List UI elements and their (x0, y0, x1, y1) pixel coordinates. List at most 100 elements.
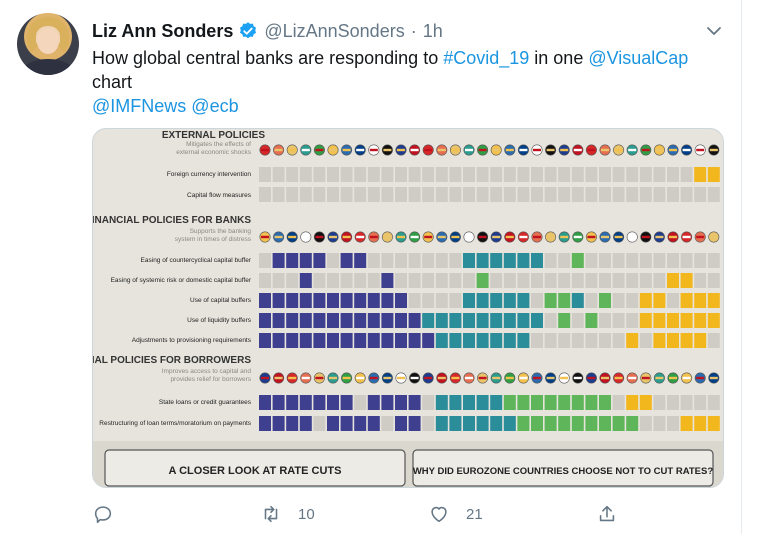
policy-cell (327, 167, 339, 182)
policy-cell (313, 187, 326, 202)
policy-cell (503, 333, 516, 348)
author-name[interactable]: Liz Ann Sonders (92, 21, 233, 42)
policy-cell (408, 293, 421, 308)
policy-cell (612, 167, 625, 182)
policy-cell (599, 293, 611, 308)
policy-cell (422, 187, 435, 202)
policy-cell (680, 253, 693, 268)
policy-cell (667, 333, 679, 348)
policy-cell (503, 293, 516, 308)
policy-cell (354, 253, 367, 268)
policy-cell (694, 333, 707, 348)
flag-band (437, 148, 446, 152)
section1-subtitle-2: external economic shocks (176, 149, 252, 156)
hashtag-link[interactable]: #Covid_19 (443, 48, 529, 68)
policy-cell (558, 333, 571, 348)
policy-cell (707, 253, 720, 268)
policy-cell (531, 416, 543, 431)
row-label-capital-buffers: Use of capital buffers (190, 297, 252, 304)
policy-cell (449, 333, 462, 348)
policy-cell (408, 167, 421, 182)
policy-cell (585, 253, 598, 268)
policy-cell (340, 416, 353, 431)
flag-band (301, 376, 310, 380)
policy-cell (395, 395, 407, 410)
tweet-media-infographic[interactable]: EXTERNAL POLICIES Mitigates the effects … (92, 128, 724, 488)
flag-band (709, 376, 718, 380)
policy-cell (558, 416, 571, 431)
policy-cell (272, 333, 285, 348)
mention-ecb-link[interactable]: @ecb (191, 96, 238, 116)
policy-cell (667, 313, 679, 328)
flag-band (492, 376, 501, 380)
policy-cell (381, 416, 394, 431)
flag-band (533, 148, 541, 152)
policy-cell (313, 167, 326, 182)
policy-cell (571, 293, 584, 308)
policy-cell (395, 187, 407, 202)
policy-cell (449, 187, 462, 202)
policy-cell (653, 416, 666, 431)
flag-band (397, 376, 405, 380)
policy-cell (626, 187, 639, 202)
flag-band (587, 235, 596, 239)
reply-button[interactable] (92, 502, 114, 526)
policy-cell (694, 416, 707, 431)
policy-cell (367, 293, 380, 308)
author-handle[interactable]: @LizAnnSonders (264, 21, 404, 42)
share-button[interactable] (596, 502, 618, 526)
policy-cell (354, 273, 367, 288)
policy-cell (517, 187, 530, 202)
policy-cell (367, 416, 380, 431)
policy-cell (463, 333, 475, 348)
policy-cell (531, 273, 543, 288)
policy-cell (667, 395, 679, 410)
mention-visualcap-link[interactable]: @VisualCap (588, 48, 688, 68)
policy-cell (381, 313, 394, 328)
policy-cell (571, 187, 584, 202)
policy-cell (571, 167, 584, 182)
policy-cell (626, 395, 639, 410)
policy-cell (367, 273, 380, 288)
policy-cell (381, 273, 394, 288)
flag-band (492, 148, 501, 152)
policy-cell (626, 167, 639, 182)
policy-cell (313, 273, 326, 288)
tweet-timestamp[interactable]: 1h (423, 21, 443, 42)
policy-cell (667, 253, 679, 268)
policy-cell (422, 313, 435, 328)
policy-cell (408, 313, 421, 328)
row-label-provisioning: Adjustments to provisioning requirements (132, 337, 252, 344)
like-button[interactable]: 21 (428, 502, 483, 526)
policy-cell (639, 253, 652, 268)
retweet-button[interactable]: 10 (260, 502, 315, 526)
policy-cell (612, 395, 625, 410)
flag-band (478, 235, 487, 239)
policy-cell (272, 395, 285, 410)
flag-band (560, 148, 569, 152)
flag-band (315, 148, 324, 152)
policy-cell (558, 395, 571, 410)
flag-band (641, 148, 650, 152)
policy-cell (313, 333, 326, 348)
flag-band (437, 235, 446, 239)
policy-cell (435, 395, 448, 410)
avatar[interactable] (17, 13, 79, 75)
policy-cell (503, 313, 516, 328)
policy-cell (299, 416, 312, 431)
flag-band (669, 376, 677, 380)
policy-cell (707, 273, 720, 288)
policy-cell (381, 293, 394, 308)
policy-cell (626, 333, 639, 348)
flag-band (492, 235, 501, 239)
mention-imf-link[interactable]: @IMFNews (92, 96, 186, 116)
chevron-down-icon[interactable] (704, 23, 724, 39)
policy-cell (422, 416, 435, 431)
policy-cell (571, 313, 584, 328)
flag-band (641, 235, 650, 239)
policy-cell (707, 313, 720, 328)
policy-cell (313, 293, 326, 308)
policy-cell (694, 187, 707, 202)
policy-cell (354, 187, 367, 202)
flag-band (383, 148, 392, 152)
